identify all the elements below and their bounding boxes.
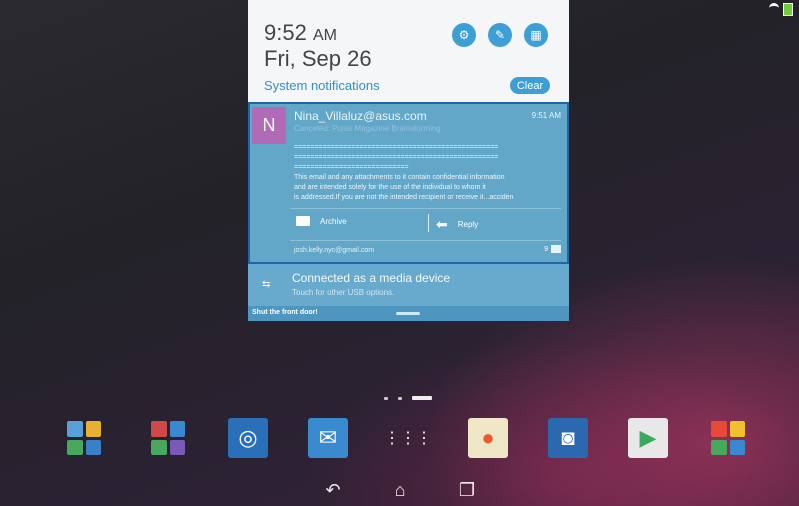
browser-icon[interactable]: ◎	[228, 418, 268, 458]
wifi-icon	[769, 2, 779, 16]
section-label: System notifications	[264, 78, 380, 93]
battery-icon	[783, 2, 793, 16]
clock-ampm: AM	[312, 27, 337, 44]
gallery-icon[interactable]: ●	[468, 418, 508, 458]
date: Fri, Sep 26	[264, 46, 372, 71]
sender: Nina_Villaluz@asus.com	[294, 109, 427, 123]
clock-time: 9:52	[264, 20, 307, 45]
play-store-icon[interactable]: ▶	[628, 418, 668, 458]
count-value: 9	[544, 245, 548, 253]
body-line: This email and any attachments to it con…	[294, 174, 505, 181]
reply-icon: ⬅	[436, 216, 448, 232]
clock: 9:52 AM	[264, 20, 337, 46]
page-dot-active	[412, 396, 432, 400]
recents-icon[interactable]: ❐	[454, 480, 480, 501]
status-bar	[769, 2, 793, 16]
archive-label: Archive	[320, 216, 347, 226]
usb-subtitle: Touch for other USB options.	[292, 288, 395, 297]
app-folder-icon[interactable]	[708, 418, 748, 458]
avatar: N	[252, 107, 286, 144]
account: josh.kelly.nyc@gmail.com	[294, 247, 375, 254]
usb-icon: ⇆	[262, 279, 271, 290]
body-line: ========================================…	[294, 154, 499, 161]
back-icon[interactable]: ↶	[320, 480, 346, 501]
reply-label: Reply	[457, 220, 479, 229]
grid-icon[interactable]: ▦	[524, 23, 548, 47]
footer-text: Shut the front door!	[252, 309, 318, 316]
usb-notification[interactable]: ⇆ Connected as a media device Touch for …	[248, 264, 569, 306]
divider	[290, 208, 561, 209]
mail-icon[interactable]: ✉	[308, 418, 348, 458]
email-notification[interactable]: N Nina_Villaluz@asus.com 9:51 AM Cancele…	[248, 102, 569, 264]
archive-button[interactable]: Archive	[296, 216, 347, 226]
shade-header: 9:52 AM Fri, Sep 26 System notifications…	[248, 0, 569, 102]
divider	[428, 214, 429, 232]
archive-icon	[296, 216, 310, 226]
body-line: and are intended solely for the use of t…	[294, 184, 486, 191]
notification-shade: 9:52 AM Fri, Sep 26 System notifications…	[248, 0, 569, 321]
page-dot	[398, 396, 402, 400]
divider	[290, 240, 561, 241]
body-line: is addressed.If you are not the intended…	[294, 194, 514, 201]
mail-small-icon	[551, 245, 561, 253]
shade-footer[interactable]: Shut the front door!	[248, 306, 569, 321]
app-folder-icon[interactable]	[64, 418, 104, 458]
reply-button[interactable]: ⬅ Reply	[436, 216, 478, 233]
message-count: 9	[544, 245, 561, 253]
notification-time: 9:51 AM	[531, 111, 561, 120]
page-indicator	[384, 396, 432, 400]
clear-button[interactable]: Clear	[510, 77, 550, 94]
usb-title: Connected as a media device	[292, 271, 451, 285]
home-icon[interactable]: ⌂	[387, 480, 413, 501]
navigation-bar: ↶ ⌂ ❐	[300, 474, 500, 506]
app-folder-icon[interactable]	[148, 418, 188, 458]
body-line: ========================================…	[294, 144, 499, 151]
app-drawer-icon[interactable]: ⋮⋮⋮	[384, 418, 432, 458]
app-dock: ◎ ✉ ⋮⋮⋮ ● ◙ ▶	[56, 418, 756, 470]
settings-icon[interactable]: ⚙	[452, 23, 476, 47]
camera-icon[interactable]: ◙	[548, 418, 588, 458]
edit-icon[interactable]: ✎	[488, 23, 512, 47]
page-dot	[384, 396, 388, 400]
body-line: ============================	[294, 164, 409, 171]
subject: Canceled: Poise Magazine Brainstorming	[294, 124, 441, 133]
drag-handle[interactable]	[396, 312, 420, 315]
